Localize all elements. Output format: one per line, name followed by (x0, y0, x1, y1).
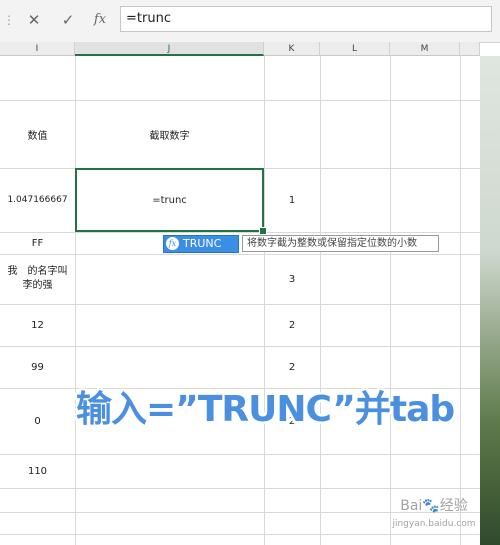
column-header-m[interactable]: M (390, 42, 460, 56)
function-tooltip: 将数字截为整数或保留指定位数的小数 (242, 235, 439, 252)
cancel-icon[interactable]: ✕ (22, 8, 46, 32)
cell-i-header[interactable]: 数值 (0, 100, 75, 168)
insert-function-icon[interactable]: fx (88, 8, 112, 32)
function-icon: fx (166, 237, 179, 250)
instruction-caption: 输入=”TRUNC”并tab (76, 389, 455, 430)
cell-i-value[interactable]: 110 (0, 454, 75, 488)
formula-input[interactable]: =trunc (120, 6, 492, 32)
column-header-l[interactable]: L (320, 42, 390, 56)
column-header-i[interactable]: I (0, 42, 75, 56)
gridline (390, 56, 391, 545)
cell-k-value[interactable]: 2 (264, 346, 320, 388)
gridline (320, 56, 321, 545)
gridline (460, 56, 461, 545)
cell-k-value[interactable]: 3 (264, 254, 320, 304)
gridline (0, 488, 480, 489)
cell-i-value[interactable]: 0 (0, 388, 75, 454)
cell-j-header[interactable]: 截取数字 (75, 100, 264, 168)
column-header-k[interactable]: K (264, 42, 320, 56)
column-header-j[interactable]: J (75, 42, 264, 56)
cell-i-value[interactable]: 1.047166667 (0, 168, 75, 232)
cell-i-value[interactable]: 我 的名字叫 李的强 (0, 254, 75, 304)
cell-k-value[interactable]: 2 (264, 304, 320, 346)
active-cell-border (75, 168, 264, 232)
cell-i-value[interactable]: 99 (0, 346, 75, 388)
cell-i-value[interactable]: 12 (0, 304, 75, 346)
autocomplete-label: TRUNC (183, 237, 222, 250)
formula-bar: ⋮ ✕ ✓ fx =trunc (0, 0, 500, 43)
watermark-logo: Bai🐾经验 (400, 498, 468, 514)
autocomplete-item-trunc[interactable]: fx TRUNC (163, 235, 239, 253)
fill-handle[interactable] (259, 227, 267, 235)
watermark: Bai🐾经验 jingyan.baidu.com (374, 497, 494, 533)
enter-icon[interactable]: ✓ (56, 8, 80, 32)
cell-i-value[interactable]: FF (0, 232, 75, 254)
gridline (0, 534, 480, 535)
cell-k-value[interactable]: 1 (264, 168, 320, 232)
column-header-next[interactable] (460, 42, 480, 56)
watermark-url: jingyan.baidu.com (392, 519, 476, 529)
background-window-strip (480, 56, 500, 545)
grip-icon: ⋮ (3, 13, 15, 27)
